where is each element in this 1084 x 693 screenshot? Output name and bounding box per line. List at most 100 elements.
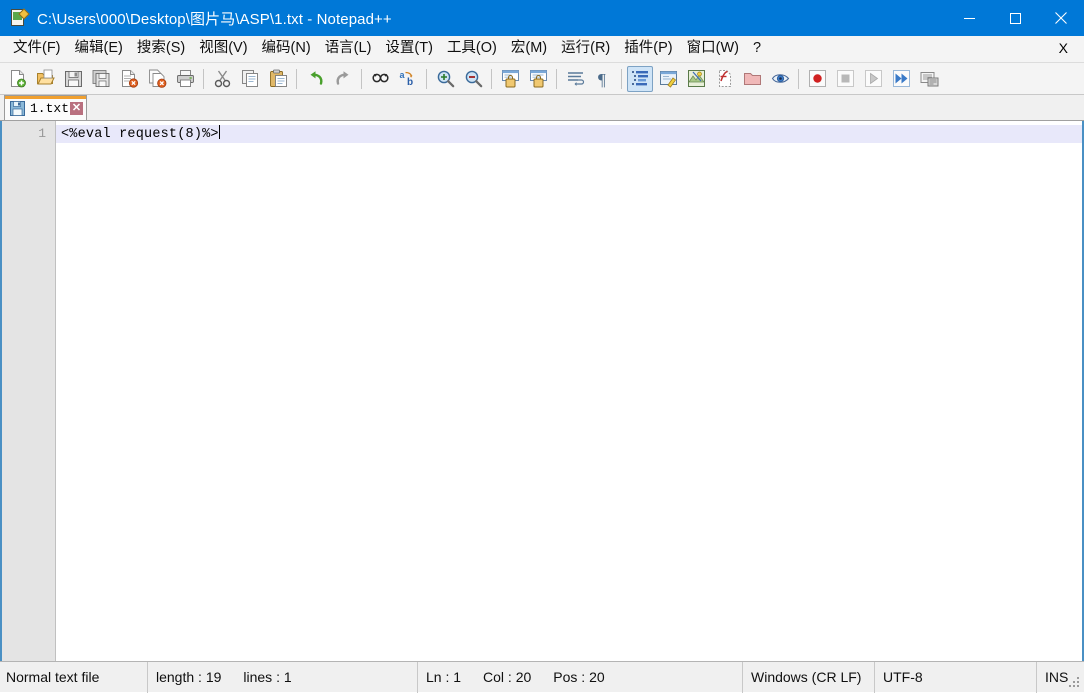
paste-icon xyxy=(269,69,288,88)
code-line-1[interactable]: <%eval request(8)%> xyxy=(56,125,1082,143)
status-pos: Pos : 20 xyxy=(553,669,605,685)
line-number: 1 xyxy=(38,126,46,141)
notepad-plus-plus-window: C:\Users\000\Desktop\图片马\ASP\1.txt - Not… xyxy=(0,0,1084,693)
menu-help[interactable]: ? xyxy=(746,38,768,60)
menu-window[interactable]: 窗口(W) xyxy=(680,38,746,60)
function-list-icon xyxy=(715,69,734,88)
menu-bar: 文件(F) 编辑(E) 搜索(S) 视图(V) 编码(N) 语言(L) 设置(T… xyxy=(0,36,1084,63)
function-list-button[interactable] xyxy=(711,66,737,92)
new-file-icon xyxy=(8,69,27,88)
status-length: length : 19 xyxy=(156,669,222,685)
status-col: Col : 20 xyxy=(483,669,532,685)
menu-plugins[interactable]: 插件(P) xyxy=(617,38,679,60)
menu-run[interactable]: 运行(R) xyxy=(554,38,617,60)
cut-button[interactable] xyxy=(209,66,235,92)
toolbar-separator xyxy=(798,68,799,89)
show-all-characters-icon: ¶ xyxy=(594,69,613,88)
resize-grip-icon[interactable] xyxy=(1069,677,1081,689)
code-line-1-text: <%eval request(8)%> xyxy=(61,127,219,142)
status-eol-format: Windows (CR LF) xyxy=(743,661,875,693)
indent-guide-icon xyxy=(631,69,650,88)
macro-play-button[interactable] xyxy=(860,66,886,92)
code-content[interactable]: <%eval request(8)%> xyxy=(56,121,1082,661)
sync-vertical-scroll-button[interactable] xyxy=(497,66,523,92)
toolbar-separator xyxy=(203,68,204,89)
folder-as-workspace-button[interactable] xyxy=(739,66,765,92)
save-all-button[interactable] xyxy=(88,66,114,92)
print-icon xyxy=(176,69,195,88)
open-file-icon xyxy=(36,69,55,88)
zoom-in-button[interactable] xyxy=(432,66,458,92)
menu-encoding[interactable]: 编码(N) xyxy=(255,38,318,60)
tab-close-glyph: ✕ xyxy=(71,101,82,114)
toolbar-separator xyxy=(621,68,622,89)
menu-tools[interactable]: 工具(O) xyxy=(440,38,504,60)
status-encoding: UTF-8 xyxy=(875,661,1037,693)
save-all-icon xyxy=(92,69,111,88)
paste-button[interactable] xyxy=(265,66,291,92)
undo-icon xyxy=(306,69,325,88)
close-file-button[interactable] xyxy=(116,66,142,92)
replace-button[interactable]: a b xyxy=(395,66,421,92)
tab-1-txt[interactable]: 1.txt ✕ xyxy=(4,95,88,120)
user-defined-language-icon xyxy=(659,69,678,88)
macro-record-button[interactable] xyxy=(804,66,830,92)
menu-search[interactable]: 搜索(S) xyxy=(130,38,192,60)
status-bar: Normal text file length : 19 lines : 1 L… xyxy=(0,661,1084,693)
status-lines: lines : 1 xyxy=(243,669,292,685)
close-all-files-button[interactable] xyxy=(144,66,170,92)
maximize-button[interactable] xyxy=(992,0,1038,36)
zoom-out-button[interactable] xyxy=(460,66,486,92)
save-button[interactable] xyxy=(60,66,86,92)
menu-language[interactable]: 语言(L) xyxy=(318,38,379,60)
show-all-characters-button[interactable]: ¶ xyxy=(590,66,616,92)
print-button[interactable] xyxy=(172,66,198,92)
monitor-file-button[interactable] xyxy=(767,66,793,92)
menu-edit[interactable]: 编辑(E) xyxy=(68,38,130,60)
undo-button[interactable] xyxy=(302,66,328,92)
macro-run-multiple-icon xyxy=(892,69,911,88)
macro-run-multiple-button[interactable] xyxy=(888,66,914,92)
menu-file[interactable]: 文件(F) xyxy=(6,38,68,60)
toolbar-separator xyxy=(426,68,427,89)
minimize-button[interactable] xyxy=(946,0,992,36)
tab-close-icon[interactable]: ✕ xyxy=(70,101,84,115)
word-wrap-button[interactable] xyxy=(562,66,588,92)
macro-stop-icon xyxy=(836,69,855,88)
svg-text:a: a xyxy=(399,70,405,80)
new-file-button[interactable] xyxy=(4,66,30,92)
word-wrap-icon xyxy=(566,69,585,88)
svg-text:b: b xyxy=(407,77,413,88)
redo-button[interactable] xyxy=(330,66,356,92)
save-floppy-icon xyxy=(10,100,25,116)
macro-settings-icon xyxy=(920,69,939,88)
zoom-in-icon xyxy=(436,69,455,88)
copy-button[interactable] xyxy=(237,66,263,92)
close-document-button[interactable]: X xyxy=(1055,39,1072,57)
sync-horizontal-scroll-button[interactable] xyxy=(525,66,551,92)
find-button[interactable] xyxy=(367,66,393,92)
macro-settings-button[interactable] xyxy=(916,66,942,92)
tab-active-indicator xyxy=(5,96,87,99)
tab-bar: 1.txt ✕ xyxy=(0,95,1084,121)
text-caret xyxy=(218,125,220,139)
find-icon xyxy=(371,69,390,88)
document-map-icon xyxy=(687,69,706,88)
close-button[interactable] xyxy=(1038,0,1084,36)
document-map-button[interactable] xyxy=(683,66,709,92)
menu-macro[interactable]: 宏(M) xyxy=(504,38,554,60)
macro-stop-button[interactable] xyxy=(832,66,858,92)
open-file-button[interactable] xyxy=(32,66,58,92)
toolbar-separator xyxy=(296,68,297,89)
menu-view[interactable]: 视图(V) xyxy=(192,38,254,60)
editor-area[interactable]: 1 <%eval request(8)%> xyxy=(0,121,1084,661)
monitor-file-icon xyxy=(771,69,790,88)
status-file-type: Normal text file xyxy=(0,661,148,693)
status-caret-position: Ln : 1 Col : 20 Pos : 20 xyxy=(418,661,743,693)
menu-settings[interactable]: 设置(T) xyxy=(378,38,440,60)
line-number-gutter: 1 xyxy=(2,121,56,661)
user-defined-language-button[interactable] xyxy=(655,66,681,92)
zoom-out-icon xyxy=(464,69,483,88)
indent-guide-button[interactable] xyxy=(627,65,653,92)
macro-record-icon xyxy=(808,69,827,88)
